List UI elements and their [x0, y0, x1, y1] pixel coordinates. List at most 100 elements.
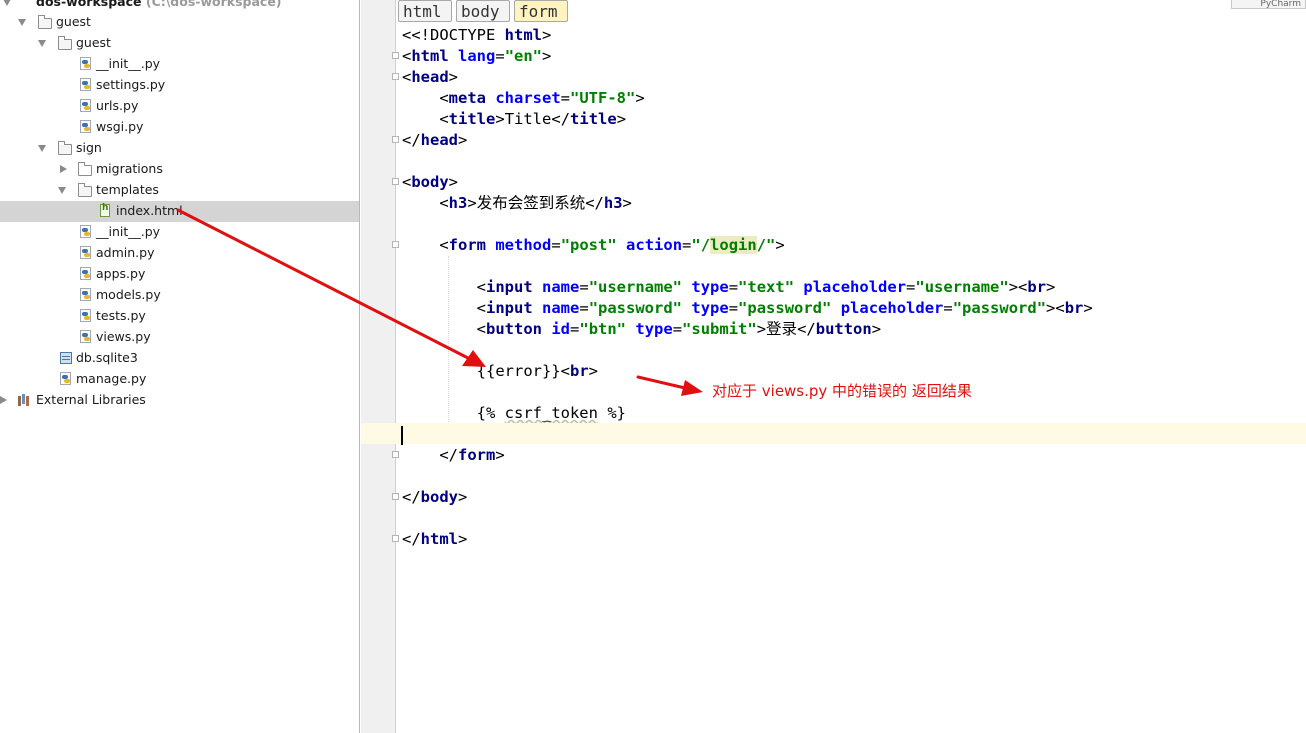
expand-arrow-icon[interactable] — [38, 145, 46, 152]
tree-item-views[interactable]: views.py — [0, 327, 359, 348]
folder-icon — [78, 183, 92, 197]
python-file-icon — [80, 78, 91, 91]
database-file-icon — [60, 352, 72, 364]
code-attr: type — [635, 320, 673, 338]
annotation-text: 对应于 views.py 中的错误的 返回结果 — [712, 382, 972, 400]
tree-item-apps[interactable]: apps.py — [0, 264, 359, 285]
code-value: "en" — [504, 47, 543, 65]
tree-item-settings[interactable]: settings.py — [0, 75, 359, 96]
breadcrumb-html[interactable]: html — [398, 0, 452, 22]
tree-item-label: models.py — [96, 287, 161, 302]
folder-icon — [38, 15, 52, 29]
tree-item-admin[interactable]: admin.py — [0, 243, 359, 264]
code-value: "post" — [560, 236, 617, 254]
tree-item-label: External Libraries — [36, 392, 146, 407]
code-value-highlight: login — [710, 236, 757, 254]
code-tag: head — [411, 68, 449, 86]
fold-marker-icon[interactable] — [392, 52, 399, 59]
code-value: "password" — [952, 299, 1047, 317]
expand-arrow-icon[interactable] — [58, 187, 66, 194]
text-caret — [401, 426, 403, 445]
code-tag: button — [815, 320, 872, 338]
code-line: <input name="password" type="password" p… — [402, 299, 1093, 317]
expand-arrow-icon[interactable] — [3, 0, 11, 6]
fold-marker-icon[interactable] — [392, 136, 399, 143]
code-value: "submit" — [682, 320, 757, 338]
code-attr: name — [542, 278, 580, 296]
code-tag: html — [411, 47, 449, 65]
tree-item-guest-init[interactable]: __init__.py — [0, 54, 359, 75]
code-line: <html lang="en"> — [361, 45, 1306, 66]
fold-marker-icon[interactable] — [392, 493, 399, 500]
fold-marker-icon[interactable] — [392, 178, 399, 185]
fold-marker-icon[interactable] — [392, 73, 399, 80]
tree-item-label: wsgi.py — [96, 119, 144, 134]
python-file-icon — [60, 372, 71, 385]
code-value: "password" — [588, 299, 683, 317]
code-text: 发布会签到系统 — [476, 194, 586, 212]
breadcrumb-form[interactable]: form — [514, 0, 568, 22]
code-tag: html — [504, 26, 542, 44]
tree-item-label: urls.py — [96, 98, 139, 113]
code-template-tag: %} — [597, 404, 626, 422]
tree-item-db-sqlite3[interactable]: db.sqlite3 — [0, 348, 359, 369]
code-value: "username" — [915, 278, 1009, 296]
tree-item-tests[interactable]: tests.py — [0, 306, 359, 327]
python-file-icon — [80, 225, 91, 238]
python-file-icon — [80, 309, 91, 322]
folder-icon — [58, 141, 72, 155]
folder-icon — [78, 162, 92, 176]
tree-item-label: __init__.py — [96, 56, 161, 71]
breadcrumb-body[interactable]: body — [456, 0, 510, 22]
code-line: <meta charset="UTF-8"> — [402, 89, 645, 107]
collapse-arrow-icon[interactable] — [0, 396, 7, 404]
library-icon — [18, 394, 32, 406]
code-value: "/ — [691, 236, 711, 254]
fold-marker-icon[interactable] — [392, 241, 399, 248]
code-line: <<!DOCTYPE html> — [402, 26, 552, 44]
fold-marker-icon[interactable] — [392, 535, 399, 542]
tree-item-guest-project[interactable]: guest — [0, 12, 359, 33]
tree-item-manage[interactable]: manage.py — [0, 369, 359, 390]
code-editor[interactable]: html body form PyCharm <<!DOCTYPE html> … — [361, 0, 1306, 733]
code-tag: title — [570, 110, 617, 128]
project-tree-panel: dos-workspace (C:\dos-workspace) guest g… — [0, 0, 360, 733]
code-tag: form — [448, 236, 486, 254]
python-file-icon — [80, 267, 91, 280]
code-tag: br — [570, 362, 589, 380]
code-tag: html — [420, 530, 458, 548]
tree-item-guest-package[interactable]: guest — [0, 33, 359, 54]
code-attr: action — [626, 236, 683, 254]
tree-item-label: index.html — [116, 203, 183, 218]
fold-marker-icon[interactable] — [392, 451, 399, 458]
code-template-tag: csrf_token — [504, 404, 598, 422]
code-attr: type — [691, 299, 729, 317]
code-tag: br — [1064, 299, 1084, 317]
current-code-line[interactable] — [361, 423, 1306, 444]
tree-item-label: sign — [76, 140, 102, 155]
tree-item-sign-init[interactable]: __init__.py — [0, 222, 359, 243]
collapse-arrow-icon[interactable] — [60, 165, 67, 173]
tree-item-models[interactable]: models.py — [0, 285, 359, 306]
tree-item-wsgi[interactable]: wsgi.py — [0, 117, 359, 138]
code-tag: body — [420, 488, 458, 506]
tree-item-sign[interactable]: sign — [0, 138, 359, 159]
code-value: "username" — [588, 278, 683, 296]
expand-arrow-icon[interactable] — [38, 40, 46, 47]
tree-item-label: guest — [76, 35, 111, 50]
tree-item-index-html[interactable]: index.html — [0, 201, 359, 222]
code-tag: input — [486, 299, 533, 317]
tree-item-templates[interactable]: templates — [0, 180, 359, 201]
tree-item-label: apps.py — [96, 266, 146, 281]
code-tag: head — [420, 131, 458, 149]
code-tag: h3 — [603, 194, 623, 212]
tree-item-label: views.py — [96, 329, 151, 344]
top-right-tab[interactable]: PyCharm — [1231, 0, 1306, 9]
tree-item-label: manage.py — [76, 371, 147, 386]
tree-item-label: templates — [96, 182, 159, 197]
tree-item-external-libraries[interactable]: External Libraries — [0, 390, 359, 411]
tree-item-migrations[interactable]: migrations — [0, 159, 359, 180]
tree-item-urls[interactable]: urls.py — [0, 96, 359, 117]
expand-arrow-icon[interactable] — [18, 19, 26, 26]
code-line: {% csrf_token %} — [361, 402, 1306, 423]
